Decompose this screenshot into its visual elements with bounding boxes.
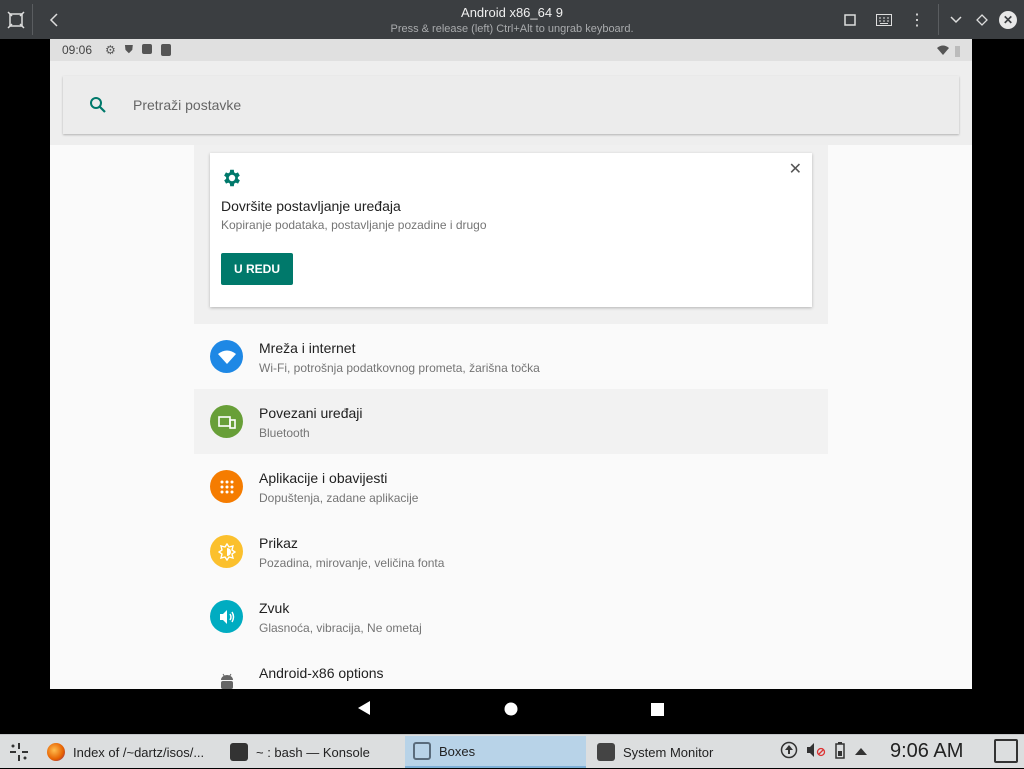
sd-card-icon	[161, 44, 172, 56]
fit-screen-icon[interactable]	[840, 0, 860, 39]
system-monitor-icon	[597, 743, 615, 761]
font-notification-icon	[142, 44, 153, 54]
suggestion-card: ✕ Dovršite postavljanje uređaja Kopiranj…	[210, 153, 812, 307]
search-placeholder: Pretraži postavke	[133, 97, 242, 113]
keyboard-icon[interactable]	[873, 0, 895, 39]
settings-item-title: Android-x86 options	[259, 665, 384, 681]
gear-icon	[221, 167, 243, 194]
window-subtitle: Press & release (left) Ctrl+Alt to ungra…	[390, 23, 634, 35]
battery-icon	[955, 45, 960, 57]
android-screen[interactable]: 09:06 ⚙ ⛊ Pretraži postavke ✕ Dovršite p…	[50, 39, 972, 689]
window-header: Android x86_64 9 Press & release (left) …	[0, 0, 1024, 39]
system-tray	[780, 735, 868, 769]
wifi-icon	[210, 340, 243, 373]
ok-button[interactable]: U REDU	[221, 253, 293, 285]
window-title: Android x86_64 9	[461, 5, 563, 20]
settings-item-subtitle: Glasnoća, vibracija, Ne ometaj	[259, 621, 422, 635]
suggestion-title: Dovršite postavljanje uređaja	[221, 198, 401, 214]
show-desktop-button[interactable]	[994, 739, 1018, 763]
settings-content: ✕ Dovršite postavljanje uređaja Kopiranj…	[194, 145, 828, 689]
search-input[interactable]: Pretraži postavke	[63, 76, 959, 134]
volume-muted-icon[interactable]	[806, 742, 826, 763]
settings-item-display[interactable]: Prikaz Pozadina, mirovanje, veličina fon…	[194, 519, 828, 584]
settings-item-title: Povezani uređaji	[259, 405, 363, 421]
settings-item-title: Prikaz	[259, 535, 298, 551]
android-icon	[210, 665, 243, 689]
search-icon	[63, 96, 133, 114]
app-launcher-icon[interactable]	[4, 738, 34, 766]
android-status-bar: 09:06 ⚙ ⛊	[50, 39, 972, 61]
android-nav-bar	[50, 689, 972, 734]
settings-item-android-x86[interactable]: Android-x86 options	[194, 649, 828, 689]
settings-item-apps[interactable]: Aplikacije i obavijesti Dopuštenja, zada…	[194, 454, 828, 519]
search-area: Pretraži postavke	[50, 61, 972, 145]
settings-list: Mreža i internet Wi-Fi, potrošnja podatk…	[194, 324, 828, 689]
task-label: Index of /~dartz/isos/...	[73, 744, 205, 760]
dismiss-suggestion-icon[interactable]: ✕	[789, 159, 802, 179]
task-label: Boxes	[439, 743, 476, 759]
nav-back-button[interactable]	[357, 700, 371, 721]
settings-item-subtitle: Wi-Fi, potrošnja podatkovnog prometa, ža…	[259, 361, 540, 375]
nav-home-button[interactable]	[504, 702, 518, 721]
wifi-status-icon	[937, 44, 949, 58]
task-konsole[interactable]: ~ : bash — Konsole	[222, 736, 402, 768]
devices-icon	[210, 405, 243, 438]
settings-item-sound[interactable]: Zvuk Glasnoća, vibracija, Ne ometaj	[194, 584, 828, 649]
taskbar: Index of /~dartz/isos/... ~ : bash — Kon…	[0, 734, 1024, 768]
firefox-icon	[47, 743, 65, 761]
status-time: 09:06	[62, 43, 93, 57]
close-window-button[interactable]: ✕	[998, 0, 1018, 39]
task-label: ~ : bash — Konsole	[256, 744, 370, 760]
task-system-monitor[interactable]: System Monitor	[589, 736, 769, 768]
task-firefox[interactable]: Index of /~dartz/isos/...	[39, 736, 219, 768]
settings-item-subtitle: Pozadina, mirovanje, veličina fonta	[259, 556, 445, 570]
task-boxes[interactable]: Boxes	[405, 736, 586, 768]
boxes-icon	[413, 742, 431, 760]
vm-display[interactable]: 09:06 ⚙ ⛊ Pretraži postavke ✕ Dovršite p…	[0, 39, 1024, 734]
settings-item-subtitle: Dopuštenja, zadane aplikacije	[259, 491, 419, 505]
settings-item-network[interactable]: Mreža i internet Wi-Fi, potrošnja podatk…	[194, 324, 828, 389]
settings-item-connected-devices[interactable]: Povezani uređaji Bluetooth	[194, 389, 828, 454]
settings-item-title: Mreža i internet	[259, 340, 356, 356]
brightness-icon	[210, 535, 243, 568]
close-icon: ✕	[999, 10, 1017, 29]
konsole-icon	[230, 743, 248, 761]
settings-item-title: Zvuk	[259, 600, 290, 616]
nav-recents-button[interactable]	[651, 703, 664, 721]
clock[interactable]: 9:06 AM	[890, 740, 963, 763]
shield-icon: ⛊	[124, 44, 134, 56]
settings-notification-icon: ⚙	[105, 43, 116, 57]
apps-icon	[210, 470, 243, 503]
maximize-icon[interactable]	[972, 0, 992, 39]
battery-tray-icon[interactable]	[834, 741, 846, 764]
suggestion-area: ✕ Dovršite postavljanje uređaja Kopiranj…	[194, 145, 828, 324]
menu-icon[interactable]: ⋮	[908, 0, 926, 39]
task-label: System Monitor	[623, 744, 714, 760]
settings-item-title: Aplikacije i obavijesti	[259, 470, 388, 486]
tray-expand-icon[interactable]	[854, 743, 868, 761]
update-icon[interactable]	[780, 741, 798, 764]
suggestion-subtitle: Kopiranje podataka, postavljanje pozadin…	[221, 218, 487, 232]
volume-icon	[210, 600, 243, 633]
minimize-icon[interactable]	[946, 0, 966, 39]
settings-item-subtitle: Bluetooth	[259, 426, 310, 440]
